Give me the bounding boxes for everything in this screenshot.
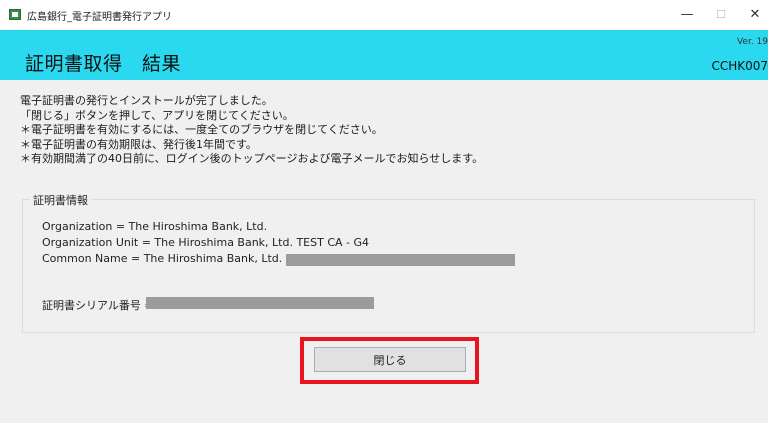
window-close-button[interactable]: ✕ bbox=[738, 0, 768, 30]
version-label: Ver. 19 bbox=[736, 37, 768, 47]
message-line: ＊電子証明書を有効にするには、一度全てのブラウザを閉じてください。 bbox=[20, 123, 383, 136]
message-line: ＊有効期間満了の40日前に、ログイン後のトップページおよび電子メールでお知らせし… bbox=[20, 152, 484, 165]
serial-number-label: 証明書シリアル番号 = bbox=[42, 299, 154, 312]
screen-id-label: CCHK007 bbox=[711, 59, 768, 73]
common-name-line: Common Name = The Hiroshima Bank, Ltd. bbox=[42, 252, 283, 265]
result-message-block: 電子証明書の発行とインストールが完了しました。 「閉じる」ボタンを押して、アプリ… bbox=[20, 94, 760, 167]
message-line: 「閉じる」ボタンを押して、アプリを閉じてください。 bbox=[20, 108, 294, 122]
organization-line: Organization = The Hiroshima Bank, Ltd. bbox=[42, 220, 268, 233]
window-title: 広島銀行_電子証明書発行アプリ bbox=[27, 12, 172, 23]
maximize-button[interactable]: ☐ bbox=[704, 0, 738, 30]
minimize-button[interactable]: — bbox=[670, 0, 704, 30]
close-button[interactable]: 閉じる bbox=[314, 347, 466, 372]
app-window: 広島銀行_電子証明書発行アプリ — ☐ ✕ 証明書取得 結果 Ver. 19 C… bbox=[0, 0, 768, 423]
page-header: 証明書取得 結果 Ver. 19 CCHK007 bbox=[0, 30, 768, 80]
common-name-redaction bbox=[286, 254, 515, 266]
serial-number-redaction bbox=[146, 297, 374, 309]
organization-unit-line: Organization Unit = The Hiroshima Bank, … bbox=[42, 236, 370, 249]
page-title: 証明書取得 結果 bbox=[25, 53, 182, 75]
certificate-info-caption: 証明書情報 bbox=[30, 192, 91, 208]
message-line: ＊電子証明書の有効期限は、発行後1年間です。 bbox=[20, 137, 257, 151]
certificate-app-icon bbox=[9, 9, 21, 20]
title-bar: 広島銀行_電子証明書発行アプリ — ☐ ✕ bbox=[0, 0, 768, 30]
message-line: 電子証明書の発行とインストールが完了しました。 bbox=[20, 94, 273, 107]
